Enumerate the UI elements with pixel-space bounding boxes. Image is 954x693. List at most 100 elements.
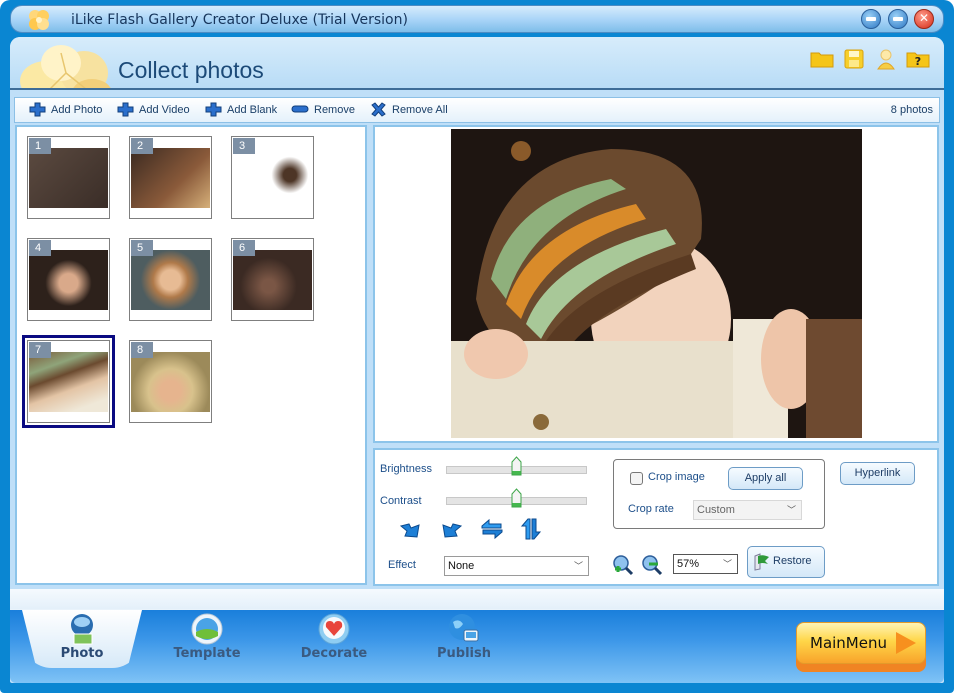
remove-icon [291, 105, 309, 113]
tab-template-label: Template [173, 646, 241, 661]
thumbnail-image [29, 250, 108, 310]
maximize-button[interactable] [888, 9, 908, 29]
thumbnail-number: 4 [29, 240, 51, 256]
main-menu-label: MainMenu [810, 634, 887, 652]
brightness-slider-thumb[interactable] [511, 456, 522, 476]
photo-thumbnail[interactable]: 1 [27, 136, 110, 219]
brightness-label: Brightness [380, 463, 432, 475]
open-folder-icon[interactable] [810, 48, 834, 70]
chevron-down-icon: ﹀ [573, 561, 583, 571]
play-arrow-icon [896, 632, 916, 654]
page-title: Collect photos [118, 57, 264, 83]
close-button[interactable] [914, 9, 934, 29]
zoom-out-icon[interactable] [641, 554, 663, 576]
tab-publish-label: Publish [437, 646, 491, 661]
tab-decorate-label: Decorate [300, 646, 368, 661]
apply-all-button[interactable]: Apply all [728, 467, 803, 490]
photo-count: 8 photos [890, 104, 933, 116]
contrast-slider-thumb[interactable] [511, 488, 522, 508]
effect-dropdown[interactable]: None ﹀ [444, 556, 589, 576]
thumbnail-image [29, 352, 108, 412]
thumbnail-number: 2 [131, 138, 153, 154]
window-title: iLike Flash Gallery Creator Deluxe (Tria… [71, 12, 408, 28]
flip-vertical-icon[interactable] [520, 518, 542, 540]
rotate-left-icon[interactable] [399, 520, 421, 540]
app-logo-icon [29, 10, 49, 30]
help-icon[interactable]: ? [906, 48, 930, 70]
crop-rate-label: Crop rate [628, 503, 674, 515]
hyperlink-button[interactable]: Hyperlink [840, 462, 915, 485]
thumbnail-image [131, 250, 210, 310]
flip-horizontal-icon[interactable] [481, 518, 503, 540]
add-video-button[interactable]: Add Video [117, 102, 190, 117]
crop-image-checkbox[interactable] [630, 472, 643, 485]
thumbnail-number: 8 [131, 342, 153, 358]
bottom-divider [10, 589, 944, 609]
main-area: Collect photos ? Add Photo Add Video Add… [10, 37, 944, 683]
add-photo-icon [29, 102, 46, 117]
photo-thumbnail[interactable]: 3 [231, 136, 314, 219]
add-video-icon [117, 102, 134, 117]
thumbnail-image [29, 148, 108, 208]
crop-rate-dropdown[interactable]: Custom ﹀ [693, 500, 802, 520]
photo-preview-panel [373, 125, 939, 443]
thumbnail-number: 1 [29, 138, 51, 154]
title-bar[interactable]: iLike Flash Gallery Creator Deluxe (Tria… [10, 5, 944, 33]
tab-photo-label: Photo [60, 646, 104, 661]
photo-thumbnail[interactable]: 4 [27, 238, 110, 321]
add-photo-button[interactable]: Add Photo [29, 102, 102, 117]
zoom-level-value: 57% [677, 558, 700, 570]
add-blank-button[interactable]: Add Blank [205, 102, 277, 117]
main-menu-button[interactable]: MainMenu [796, 622, 926, 672]
chevron-down-icon: ﹀ [722, 559, 732, 569]
bottom-navigation: Photo Template Decorate Publish MainMenu [10, 609, 944, 683]
tab-photo[interactable]: Photo [22, 610, 142, 668]
thumbnail-number: 3 [233, 138, 255, 154]
add-photo-label: Add Photo [51, 103, 103, 116]
add-blank-label: Add Blank [227, 103, 278, 116]
remove-label: Remove [314, 103, 355, 116]
thumbnail-image [233, 148, 312, 208]
restore-button[interactable]: Restore [747, 546, 825, 578]
tab-template[interactable]: Template [147, 610, 267, 668]
contrast-label: Contrast [380, 495, 422, 507]
remove-button[interactable]: Remove [291, 102, 355, 117]
thumbnail-image [131, 148, 210, 208]
tab-decorate[interactable]: Decorate [274, 610, 394, 668]
photo-edit-panel: Brightness Contrast Effect None ﹀ Crop i… [373, 448, 939, 586]
thumbnail-number: 7 [29, 342, 51, 358]
photo-thumbnail[interactable]: 8 [129, 340, 212, 423]
chevron-down-icon: ﹀ [786, 505, 796, 515]
remove-all-icon [371, 102, 386, 117]
photo-thumbnail[interactable]: 5 [129, 238, 212, 321]
effect-label: Effect [388, 559, 416, 571]
zoom-level-dropdown[interactable]: 57% ﹀ [673, 554, 738, 574]
photo-tab-icon [71, 614, 93, 645]
crop-rate-value: Custom [697, 504, 735, 516]
tab-publish[interactable]: Publish [404, 610, 524, 668]
photo-toolbar: Add Photo Add Video Add Blank Remove Rem… [14, 97, 940, 123]
preview-image[interactable] [451, 129, 862, 438]
thumbnail-image [233, 250, 312, 310]
remove-all-label: Remove All [392, 103, 448, 116]
minimize-button[interactable] [861, 9, 881, 29]
crop-group: Crop image Apply all Crop rate Custom ﹀ [613, 459, 825, 529]
photo-thumbnail[interactable]: 6 [231, 238, 314, 321]
effect-value: None [448, 560, 475, 572]
add-blank-icon [205, 102, 222, 117]
svg-text:?: ? [915, 55, 921, 68]
restore-icon [754, 553, 769, 571]
remove-all-button[interactable]: Remove All [370, 102, 448, 117]
save-icon[interactable] [842, 48, 866, 70]
user-icon[interactable] [874, 48, 898, 70]
photo-list-panel: 1 2 3 4 5 6 7 8 [15, 125, 367, 585]
photo-thumbnail[interactable]: 7 [22, 335, 115, 428]
publish-tab-icon [449, 614, 479, 642]
template-tab-icon [191, 613, 223, 645]
decorate-tab-icon [318, 613, 350, 645]
page-header: Collect photos ? [10, 37, 944, 90]
rotate-right-icon[interactable] [441, 520, 463, 540]
zoom-in-icon[interactable] [612, 554, 634, 576]
thumbnail-image [131, 352, 210, 412]
photo-thumbnail[interactable]: 2 [129, 136, 212, 219]
